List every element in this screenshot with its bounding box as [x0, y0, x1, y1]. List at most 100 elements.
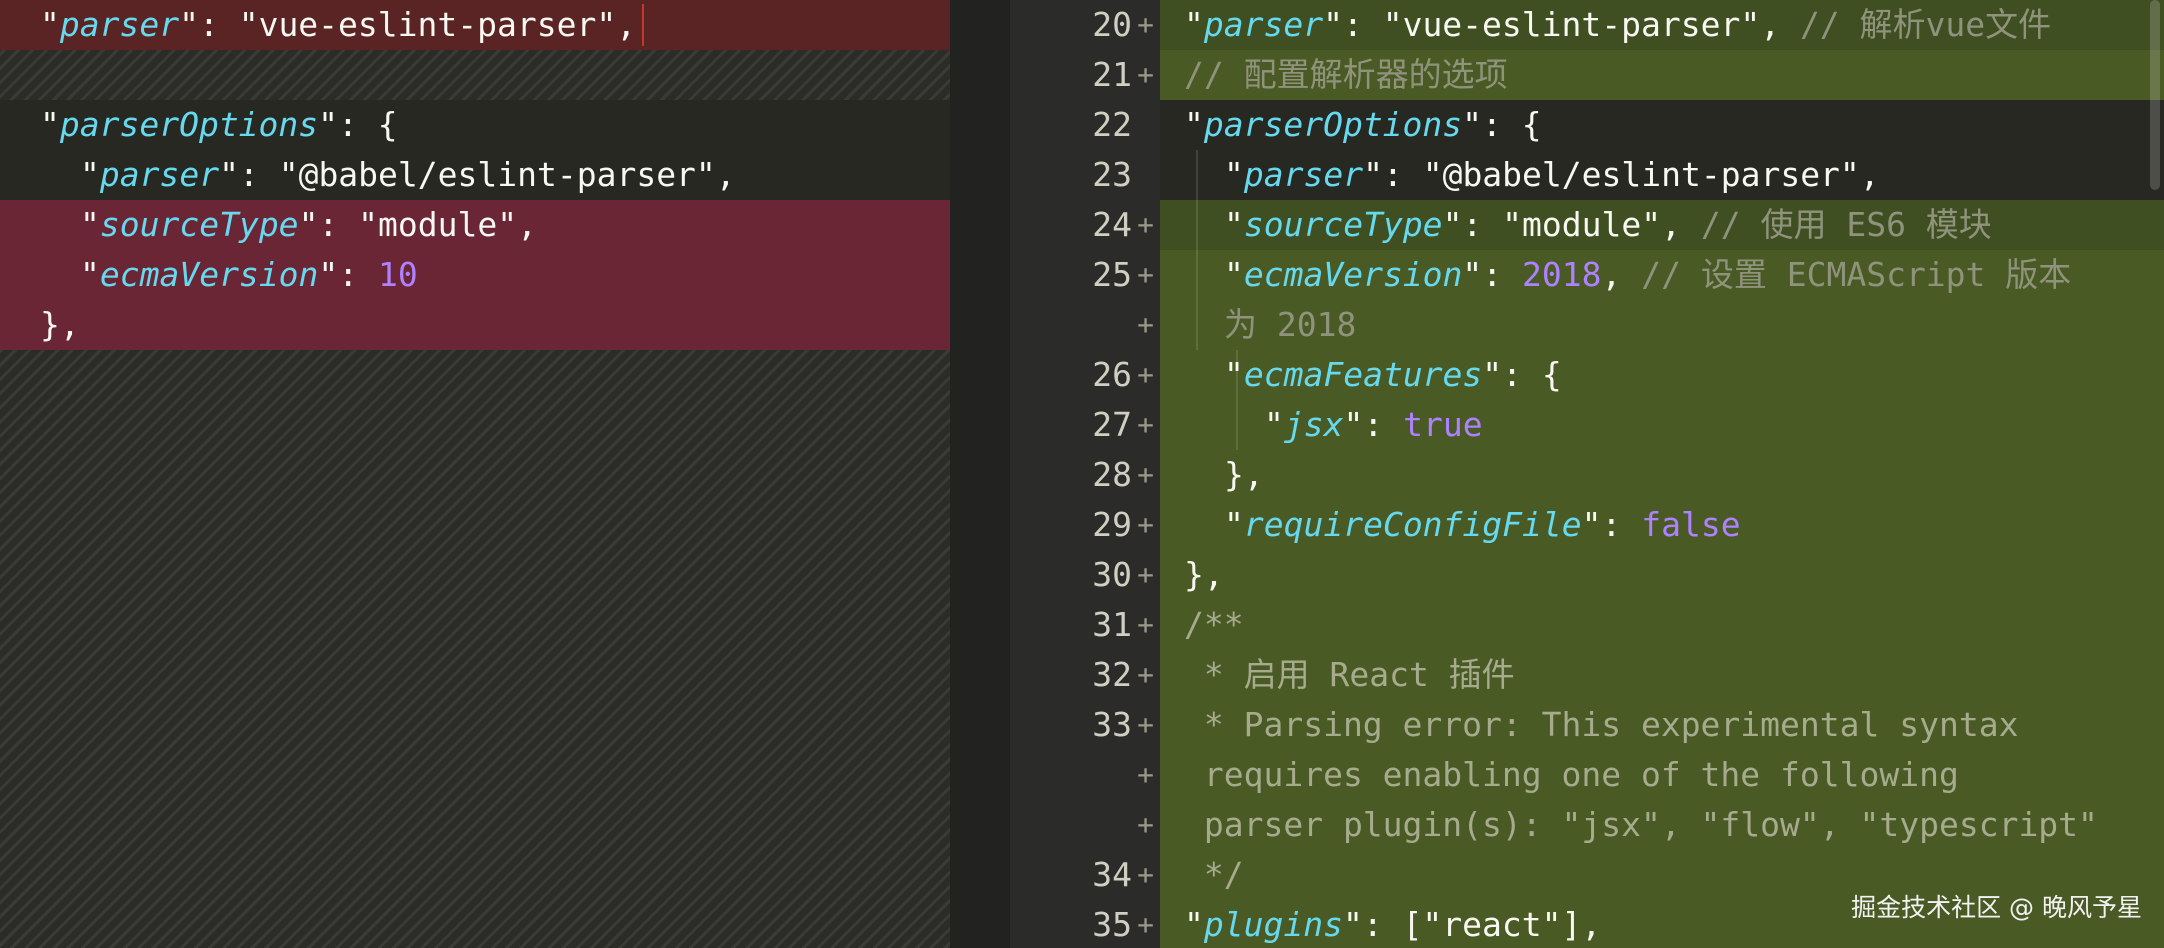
code-line-added[interactable]: /** — [1160, 600, 2164, 650]
json-punct: }, — [1224, 455, 1264, 494]
added-marker: + — [1137, 508, 1154, 541]
code-line-added[interactable]: parser plugin(s): "jsx", "flow", "typesc… — [1160, 800, 2164, 850]
code-comment: // 设置 ECMAScript 版本 — [1641, 255, 2072, 294]
added-marker: + — [1137, 358, 1154, 391]
code-line-added[interactable]: * Parsing error: This experimental synta… — [1160, 700, 2164, 750]
code-line-added[interactable]: "ecmaFeatures": { — [1160, 350, 2164, 400]
line-number: 24 — [1092, 205, 1132, 244]
json-key: requireConfigFile — [1243, 505, 1582, 544]
code-line-added[interactable]: "jsx": true — [1160, 400, 2164, 450]
added-marker: + — [1137, 8, 1154, 41]
added-marker: + — [1137, 408, 1154, 441]
json-key: ecmaFeatures — [1243, 355, 1483, 394]
gutter-row: 29 + — [1010, 500, 1160, 550]
code-line-added[interactable]: "requireConfigFile": false — [1160, 500, 2164, 550]
json-string: "vue-eslint-parser", — [238, 5, 637, 44]
json-key: jsx — [1283, 405, 1344, 444]
text-cursor — [642, 4, 644, 46]
gutter-row: 35 + — [1010, 900, 1160, 948]
diff-left-pane[interactable]: "parser": "vue-eslint-parser", "parserOp… — [0, 0, 950, 948]
json-string: "module", — [1502, 205, 1681, 244]
added-marker: + — [1137, 458, 1154, 491]
gutter-row: 30 + — [1010, 550, 1160, 600]
added-marker: + — [1137, 308, 1154, 341]
code-line[interactable]: "parserOptions": { — [1160, 100, 2164, 150]
json-number: 10 — [378, 255, 418, 294]
code-comment: 为 2018 — [1224, 305, 1357, 344]
line-number: 21 — [1092, 55, 1132, 94]
added-marker: + — [1137, 558, 1154, 591]
added-marker: + — [1137, 658, 1154, 691]
json-punct: : { — [1482, 105, 1542, 144]
line-number: 34 — [1092, 855, 1132, 894]
code-editor[interactable]: "parser": "vue-eslint-parser", // 解析vue文… — [1160, 0, 2164, 948]
code-line[interactable]: "parserOptions": { — [0, 100, 950, 150]
gutter-row: 33 + — [1010, 700, 1160, 750]
code-line-added[interactable]: "ecmaVersion": 2018, // 设置 ECMAScript 版本 — [1160, 250, 2164, 300]
gutter-row: 32 + — [1010, 650, 1160, 700]
gutter-row: + — [1010, 300, 1160, 350]
added-marker: + — [1137, 858, 1154, 891]
line-number: 35 — [1092, 905, 1132, 944]
code-line-deleted[interactable]: }, — [0, 300, 950, 350]
json-key: parser — [1203, 5, 1324, 44]
code-line-deleted[interactable]: "sourceType": "module", — [0, 200, 950, 250]
json-string: "module", — [358, 205, 537, 244]
gutter-row: + — [1010, 750, 1160, 800]
code-line-deleted[interactable]: "parser": "vue-eslint-parser", — [0, 0, 950, 50]
line-number: 33 — [1092, 705, 1132, 744]
json-string: "@babel/eslint-parser", — [278, 155, 736, 194]
added-marker: + — [1137, 758, 1154, 791]
indent-guide — [1236, 350, 1238, 450]
code-line-added[interactable]: "sourceType": "module", // 使用 ES6 模块 — [1160, 200, 2164, 250]
code-line-deleted[interactable]: "ecmaVersion": 10 — [0, 250, 950, 300]
gutter-row: 27 + — [1010, 400, 1160, 450]
json-key: parserOptions — [1203, 105, 1463, 144]
vertical-scrollbar[interactable] — [2150, 0, 2160, 190]
line-number: 32 — [1092, 655, 1132, 694]
line-number: 22 — [1092, 105, 1132, 144]
json-key: parser — [59, 5, 180, 44]
gutter-row: 21 + — [1010, 50, 1160, 100]
code-line-added[interactable]: 为 2018 — [1160, 300, 2164, 350]
json-punct: }, — [1184, 555, 1224, 594]
json-key: sourceType — [99, 205, 299, 244]
line-number: 27 — [1092, 405, 1132, 444]
gutter-row: 34 + — [1010, 850, 1160, 900]
json-key: ecmaVersion — [1243, 255, 1463, 294]
code-comment: /** — [1184, 605, 1244, 644]
code-comment: */ — [1184, 855, 1244, 894]
code-line[interactable]: "parser": "@babel/eslint-parser", — [1160, 150, 2164, 200]
gutter-row: 22 — [1010, 100, 1160, 150]
gutter-row: 26 + — [1010, 350, 1160, 400]
code-line[interactable]: "parser": "@babel/eslint-parser", — [0, 150, 950, 200]
line-number: 29 — [1092, 505, 1132, 544]
diff-right-pane[interactable]: 20 +21 +22 23 24 +25 + +26 +27 +28 +29 +30 +31 +32 +33… — [1010, 0, 2164, 948]
gutter-row: 31 + — [1010, 600, 1160, 650]
code-line-added[interactable]: "parser": "vue-eslint-parser", // 解析vue文… — [1160, 0, 2164, 50]
code-line-added[interactable]: * 启用 React 插件 — [1160, 650, 2164, 700]
code-line-added[interactable]: }, — [1160, 550, 2164, 600]
line-number: 23 — [1092, 155, 1132, 194]
added-marker: + — [1137, 208, 1154, 241]
code-line-added[interactable]: // 配置解析器的选项 — [1160, 50, 2164, 100]
code-line-added[interactable]: }, — [1160, 450, 2164, 500]
code-comment: parser plugin(s): "jsx", "flow", "typesc… — [1184, 805, 2098, 844]
added-marker: + — [1137, 258, 1154, 291]
json-boolean: false — [1641, 505, 1741, 544]
added-marker: + — [1137, 608, 1154, 641]
added-marker: + — [1137, 708, 1154, 741]
json-number: 2018 — [1522, 255, 1602, 294]
code-comment: // 配置解析器的选项 — [1184, 55, 1508, 94]
code-comment: * 启用 React 插件 — [1184, 655, 1515, 694]
json-key: parser — [1243, 155, 1364, 194]
code-line-added[interactable]: requires enabling one of the following — [1160, 750, 2164, 800]
gutter-row: 24 + — [1010, 200, 1160, 250]
json-key: parser — [99, 155, 220, 194]
json-string: ["react"], — [1402, 905, 1602, 944]
code-comment: * Parsing error: This experimental synta… — [1184, 705, 2019, 744]
gutter-row: 25 + — [1010, 250, 1160, 300]
json-key: parserOptions — [59, 105, 319, 144]
added-marker: + — [1137, 808, 1154, 841]
json-key: plugins — [1203, 905, 1343, 944]
